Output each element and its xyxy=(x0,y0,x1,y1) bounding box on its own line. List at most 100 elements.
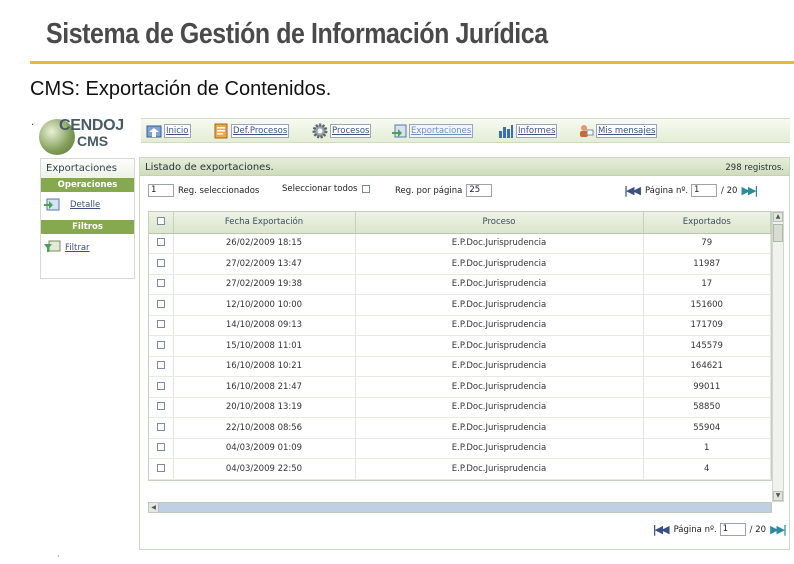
exports-panel: Listado de exportaciones. 298 registros.… xyxy=(139,157,790,550)
sidebar-item-detalle[interactable]: Detalle xyxy=(41,192,134,220)
row-select-cell xyxy=(149,458,174,480)
select-all-label: Seleccionar todos xyxy=(282,184,358,194)
cell-exportados: 1 xyxy=(643,438,771,459)
page-number-input[interactable]: 1 xyxy=(719,523,746,536)
cell-proceso: E.P.Doc.Jurisprudencia xyxy=(355,253,644,275)
cell-fecha: 04/03/2009 01:09 xyxy=(173,438,356,459)
sidebar-item-filtrar[interactable]: Filtrar xyxy=(41,234,134,262)
cell-proceso: E.P.Doc.Jurisprudencia xyxy=(355,438,644,459)
cell-fecha: 27/02/2009 13:47 xyxy=(173,253,356,275)
cell-proceso: E.P.Doc.Jurisprudencia xyxy=(355,376,644,398)
table-row[interactable]: 04/03/2009 22:50 E.P.Doc.Jurisprudencia 4 xyxy=(149,458,771,480)
menu-item-exportaciones[interactable]: Exportaciones xyxy=(391,122,474,140)
slide-title: Sistema de Gestión de Información Jurídi… xyxy=(46,18,548,50)
per-page-input[interactable]: 25 xyxy=(466,184,493,197)
row-select-cell xyxy=(149,315,174,336)
row-checkbox[interactable] xyxy=(156,463,165,472)
cell-proceso: E.P.Doc.Jurisprudencia xyxy=(355,417,644,439)
table-row[interactable]: 12/10/2000 10:00 E.P.Doc.Jurisprudencia 15… xyxy=(149,294,771,316)
table-row[interactable]: 22/10/2008 08:56 E.P.Doc.Jurisprudencia 55… xyxy=(149,417,771,439)
select-all-checkbox[interactable] xyxy=(362,185,371,193)
table-row[interactable]: 16/10/2008 10:21 E.P.Doc.Jurisprudencia 16… xyxy=(149,356,771,377)
scroll-up-icon[interactable]: ▲ xyxy=(773,212,783,222)
cendoj-cms-logo: CENDOJ CMS xyxy=(37,114,141,158)
bullet-dot: · xyxy=(57,552,60,561)
gear-icon xyxy=(312,123,328,139)
menu-item-mis-mensajes[interactable]: Mis mensajes xyxy=(578,122,658,140)
process-definition-icon xyxy=(213,123,229,139)
last-page-icon[interactable]: ▶▶| xyxy=(741,184,758,197)
table-row[interactable]: 14/10/2008 09:13 E.P.Doc.Jurisprudencia 17… xyxy=(149,315,771,336)
column-header-proceso[interactable]: Proceso xyxy=(355,212,644,234)
header-checkbox[interactable] xyxy=(156,217,165,226)
header-select-cell xyxy=(149,212,174,234)
panel-title: Listado de exportaciones. xyxy=(145,162,274,173)
cell-fecha: 14/10/2008 09:13 xyxy=(173,315,356,336)
row-select-cell xyxy=(149,376,174,398)
horizontal-scrollbar[interactable]: ◀ xyxy=(148,502,772,513)
first-page-icon[interactable]: |◀◀ xyxy=(653,523,670,536)
record-count: 298 registros. xyxy=(725,163,784,173)
filters-header: Filtros xyxy=(41,220,134,234)
detail-icon xyxy=(44,198,61,212)
scroll-down-icon[interactable]: ▼ xyxy=(773,491,783,501)
bottom-pagination: |◀◀ Página nº. 1 / 20 ▶▶| xyxy=(653,523,787,536)
last-page-icon[interactable]: ▶▶| xyxy=(770,523,787,536)
page-number-input[interactable]: 1 xyxy=(691,184,718,197)
row-checkbox[interactable] xyxy=(156,402,165,411)
row-select-cell xyxy=(149,335,174,357)
selected-count-field: 1 xyxy=(148,184,174,197)
cell-exportados: 99011 xyxy=(643,376,771,398)
cell-exportados: 4 xyxy=(643,458,771,480)
scroll-thumb[interactable] xyxy=(773,224,783,242)
table-header-row: Fecha Exportación Proceso Exportados xyxy=(149,212,771,234)
row-checkbox[interactable] xyxy=(156,258,165,267)
row-checkbox[interactable] xyxy=(156,381,165,390)
table-row[interactable]: 15/10/2008 11:01 E.P.Doc.Jurisprudencia 14… xyxy=(149,335,771,357)
menu-item-procesos[interactable]: Procesos xyxy=(312,122,372,140)
table-row[interactable]: 26/02/2009 18:15 E.P.Doc.Jurisprudencia 79 xyxy=(149,233,771,254)
cell-fecha: 26/02/2009 18:15 xyxy=(173,233,356,254)
row-select-cell xyxy=(149,356,174,377)
row-checkbox[interactable] xyxy=(156,320,165,329)
cell-proceso: E.P.Doc.Jurisprudencia xyxy=(355,233,644,254)
row-checkbox[interactable] xyxy=(156,340,165,349)
row-checkbox[interactable] xyxy=(156,279,165,288)
first-page-icon[interactable]: |◀◀ xyxy=(624,184,641,197)
selected-label: Reg. seleccionados xyxy=(178,185,260,196)
cell-exportados: 164621 xyxy=(643,356,771,377)
cell-exportados: 17 xyxy=(643,274,771,295)
row-checkbox[interactable] xyxy=(156,238,165,247)
vertical-scrollbar[interactable]: ▲ ▼ xyxy=(772,211,784,502)
table-row[interactable]: 27/02/2009 13:47 E.P.Doc.Jurisprudencia 11… xyxy=(149,253,771,275)
scroll-left-icon[interactable]: ◀ xyxy=(149,503,159,512)
row-select-cell xyxy=(149,438,174,459)
row-checkbox[interactable] xyxy=(156,422,165,431)
row-select-cell xyxy=(149,294,174,316)
row-checkbox[interactable] xyxy=(156,443,165,452)
cell-proceso: E.P.Doc.Jurisprudencia xyxy=(355,315,644,336)
list-toolbar: 1 Reg. seleccionados Seleccionar todos R… xyxy=(140,180,789,202)
cell-proceso: E.P.Doc.Jurisprudencia xyxy=(355,397,644,418)
row-checkbox[interactable] xyxy=(156,361,165,370)
main-menu: Inicio Def.Procesos Procesos Exportacion… xyxy=(141,118,790,143)
row-select-cell xyxy=(149,417,174,439)
bar-chart-icon xyxy=(498,123,514,139)
table-row[interactable]: 20/10/2008 13:19 E.P.Doc.Jurisprudencia 58… xyxy=(149,397,771,418)
row-checkbox[interactable] xyxy=(156,299,165,308)
column-header-fecha[interactable]: Fecha Exportación xyxy=(173,212,356,234)
cell-proceso: E.P.Doc.Jurisprudencia xyxy=(355,458,644,480)
cell-proceso: E.P.Doc.Jurisprudencia xyxy=(355,356,644,377)
page-label: Página nº. xyxy=(644,185,689,196)
cell-exportados: 55904 xyxy=(643,417,771,439)
column-header-exportados[interactable]: Exportados xyxy=(643,212,771,234)
table-row[interactable]: 04/03/2009 01:09 E.P.Doc.Jurisprudencia 1 xyxy=(149,438,771,459)
sidebar-title: Exportaciones xyxy=(41,159,134,178)
menu-item-inicio[interactable]: Inicio xyxy=(146,122,191,140)
table-row[interactable]: 27/02/2009 19:38 E.P.Doc.Jurisprudencia 17 xyxy=(149,274,771,295)
menu-item-def-procesos[interactable]: Def.Procesos xyxy=(213,122,290,140)
table-row[interactable]: 16/10/2008 21:47 E.P.Doc.Jurisprudencia 99… xyxy=(149,376,771,398)
cell-exportados: 171709 xyxy=(643,315,771,336)
menu-item-informes[interactable]: Informes xyxy=(498,122,558,140)
cell-fecha: 04/03/2009 22:50 xyxy=(173,458,356,480)
